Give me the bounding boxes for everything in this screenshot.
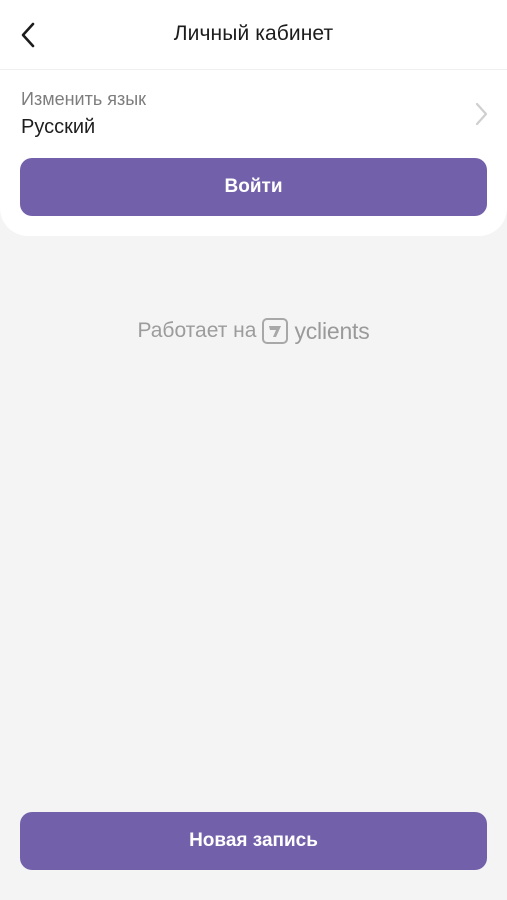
brand-name: yclients	[294, 317, 370, 344]
yclients-logo-icon	[262, 318, 289, 344]
language-value: Русский	[21, 116, 96, 138]
new-booking-button[interactable]: Новая запись	[20, 812, 487, 870]
powered-by: Работает на yclients	[0, 316, 507, 346]
powered-by-text: Работает на	[137, 319, 257, 342]
change-language-row[interactable]: Изменить язык Русский	[0, 70, 507, 156]
top-bar: Личный кабинет	[0, 0, 507, 70]
login-button[interactable]: Войти	[20, 158, 487, 216]
language-caption: Изменить язык	[21, 89, 147, 109]
chevron-right-icon	[475, 102, 488, 126]
account-card: Изменить язык Русский Войти	[0, 70, 507, 236]
page-title: Личный кабинет	[173, 22, 334, 45]
